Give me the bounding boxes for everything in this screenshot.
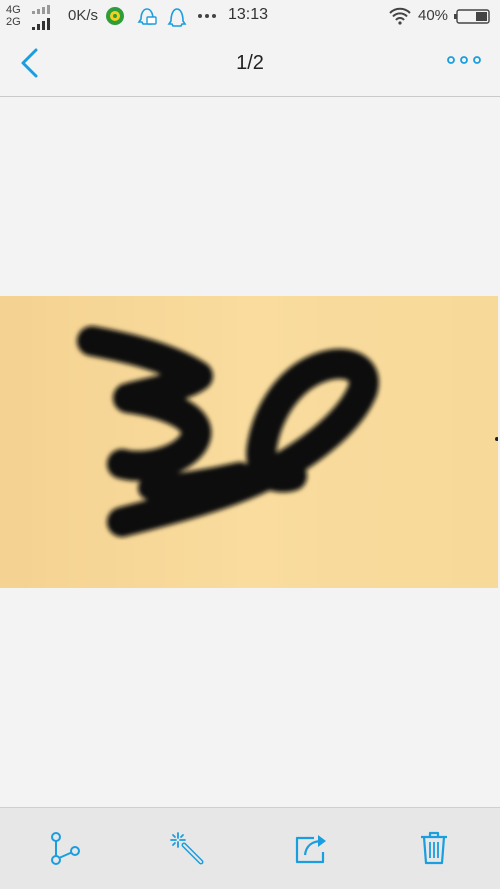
signal-strength-icon (32, 5, 50, 30)
status-bar: 4G 2G 0K/s 13:13 40% (0, 0, 500, 32)
network-type: 4G 2G (6, 4, 28, 30)
more-notifications-icon (198, 14, 216, 18)
image-viewer[interactable] (0, 97, 500, 807)
handwritten-30-image (0, 296, 498, 588)
wifi-icon (389, 7, 411, 25)
more-options-button[interactable] (444, 48, 484, 78)
magic-wand-icon (170, 832, 204, 865)
bottom-toolbar (0, 807, 500, 889)
page-indicator: 1/2 (236, 52, 264, 74)
more-dots-icon (447, 56, 481, 64)
network-type-top: 4G (6, 4, 21, 16)
nav-bar: 1/2 (0, 32, 500, 97)
trash-icon (421, 831, 447, 865)
qq-icon (167, 8, 187, 27)
clock: 13:13 (228, 6, 269, 23)
delete-button[interactable] (415, 828, 455, 868)
share-graph-icon (51, 832, 80, 865)
network-speed: 0K/s (68, 7, 99, 24)
photo[interactable] (0, 296, 498, 588)
edit-magic-button[interactable] (168, 828, 208, 868)
battery-percent: 40% (418, 7, 449, 24)
export-button[interactable] (292, 828, 332, 868)
network-type-bottom: 2G (6, 16, 21, 28)
ball-app-icon (106, 7, 124, 25)
qq-chat-icon (137, 8, 157, 25)
battery-icon (454, 9, 490, 24)
export-icon (295, 835, 326, 864)
share-button[interactable] (44, 828, 84, 868)
